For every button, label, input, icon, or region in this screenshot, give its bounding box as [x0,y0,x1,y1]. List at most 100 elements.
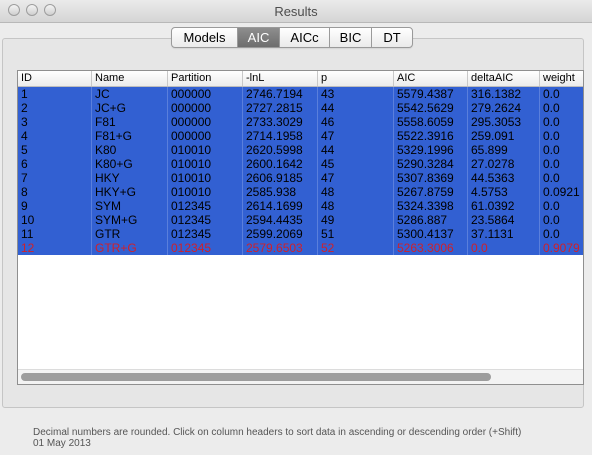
table-cell: 012345 [168,199,243,213]
table-header: ID Name Partition -lnL p AIC deltaAIC weight [18,71,583,87]
table-row[interactable]: 4 F81+G 000000 2714.1958 47 5522.3916 259.091 0… [18,129,583,143]
table-cell: 44 [318,143,394,157]
table-row[interactable]: 3 F81 000000 2733.3029 46 5558.6059 295.3053 0.… [18,115,583,129]
tab-bic[interactable]: BIC [330,28,372,47]
table-row[interactable]: 11 GTR 012345 2599.2069 51 5300.4137 37.1131 0.… [18,227,583,241]
table-cell: 012345 [168,241,243,255]
footer-note: Decimal numbers are rounded. Click on co… [33,427,522,438]
results-table[interactable]: ID Name Partition -lnL p AIC deltaAIC weight 1J… [17,70,584,385]
tab-aic[interactable]: AIC [238,28,280,47]
table-cell: 012345 [168,227,243,241]
table-cell: 012345 [168,213,243,227]
tab-aicc[interactable]: AICc [280,28,330,47]
table-row[interactable]: 8 HKY+G 010010 2585.938 48 5267.8759 4.5753 0.0… [18,185,583,199]
tab-dt[interactable]: DT [372,28,412,47]
table-cell: 10 [18,213,92,227]
table-cell: 5286.887 [394,213,468,227]
column-header[interactable]: weight [540,71,583,86]
table-cell: 2614.1699 [243,199,318,213]
table-cell: 46 [318,115,394,129]
column-header[interactable]: p [318,71,394,86]
table-cell: 2579.6503 [243,241,318,255]
table-cell: 5290.3284 [394,157,468,171]
table-cell: SYM [92,199,168,213]
table-cell: 44 [318,101,394,115]
table-cell: 295.3053 [468,115,540,129]
table-cell: 1 [18,87,92,101]
table-row[interactable]: 9 SYM 012345 2614.1699 48 5324.3398 61.0392 0.0 [18,199,583,213]
scrollbar-thumb[interactable] [21,373,491,381]
table-cell: 5329.1996 [394,143,468,157]
column-header[interactable]: Partition [168,71,243,86]
table-cell: 12 [18,241,92,255]
table-row[interactable]: 10 SYM+G 012345 2594.4435 49 5286.887 23.5864 0… [18,213,583,227]
table-cell: 48 [318,199,394,213]
table-cell: 2727.2815 [243,101,318,115]
table-cell: 5579.4387 [394,87,468,101]
table-cell: 4.5753 [468,185,540,199]
table-cell: 51 [318,227,394,241]
table-row[interactable]: 7 HKY 010010 2606.9185 47 5307.8369 44.5363 0.0 [18,171,583,185]
table-cell: 0.0 [540,129,583,143]
table-row[interactable]: 2 JC+G 000000 2727.2815 44 5542.5629 279.2624 0… [18,101,583,115]
table-cell: 0.0 [540,87,583,101]
table-cell: JC+G [92,101,168,115]
table-cell: 27.0278 [468,157,540,171]
table-cell: 61.0392 [468,199,540,213]
table-cell: 45 [318,157,394,171]
window-title: Results [274,4,318,19]
table-row[interactable]: 6 K80+G 010010 2600.1642 45 5290.3284 27.0278 0… [18,157,583,171]
table-row[interactable]: 5 K80 010010 2620.5998 44 5329.1996 65.899 0.0 [18,143,583,157]
table-cell: HKY+G [92,185,168,199]
table-cell: 2 [18,101,92,115]
footer: Decimal numbers are rounded. Click on co… [33,427,521,449]
table-cell: GTR [92,227,168,241]
table-cell: 000000 [168,87,243,101]
table-cell: 49 [318,213,394,227]
table-cell: 0.0921 [540,185,583,199]
table-cell: 48 [318,185,394,199]
table-cell: 0.0 [540,199,583,213]
table-cell: 0.0 [540,143,583,157]
column-header[interactable]: ID [18,71,92,86]
table-cell: 259.091 [468,129,540,143]
table-cell: 7 [18,171,92,185]
table-cell: 2594.4435 [243,213,318,227]
table-cell: 010010 [168,171,243,185]
column-header[interactable]: -lnL [243,71,318,86]
criterion-tabs: Models AIC AICc BIC DT [171,27,413,48]
table-cell: 2599.2069 [243,227,318,241]
table-cell: F81+G [92,129,168,143]
table-cell: 4 [18,129,92,143]
table-cell: 0.9079 [540,241,583,255]
column-header[interactable]: Name [92,71,168,86]
table-cell: 9 [18,199,92,213]
table-cell: 3 [18,115,92,129]
table-cell: 37.1131 [468,227,540,241]
tab-models[interactable]: Models [172,28,238,47]
table-cell: 43 [318,87,394,101]
table-cell: 2606.9185 [243,171,318,185]
horizontal-scrollbar[interactable] [18,369,583,384]
table-cell: 5307.8369 [394,171,468,185]
table-row[interactable]: 1 JC 000000 2746.7194 43 5579.4387 316.1382 0.0 [18,87,583,101]
table-cell: 2620.5998 [243,143,318,157]
table-cell: 316.1382 [468,87,540,101]
table-cell: 0.0 [540,171,583,185]
table-cell: 010010 [168,185,243,199]
table-cell: 5 [18,143,92,157]
column-header[interactable]: AIC [394,71,468,86]
table-cell: 5263.3006 [394,241,468,255]
table-cell: 279.2624 [468,101,540,115]
table-cell: 44.5363 [468,171,540,185]
table-cell: 0.0 [540,101,583,115]
table-cell: HKY [92,171,168,185]
table-cell: K80 [92,143,168,157]
table-cell: 000000 [168,101,243,115]
title-bar: Results [0,0,592,23]
column-header[interactable]: deltaAIC [468,71,540,86]
table-cell: 65.899 [468,143,540,157]
table-cell: 2585.938 [243,185,318,199]
table-cell: JC [92,87,168,101]
table-row[interactable]: 12 GTR+G 012345 2579.6503 52 5263.3006 0.0 0.90… [18,241,583,255]
